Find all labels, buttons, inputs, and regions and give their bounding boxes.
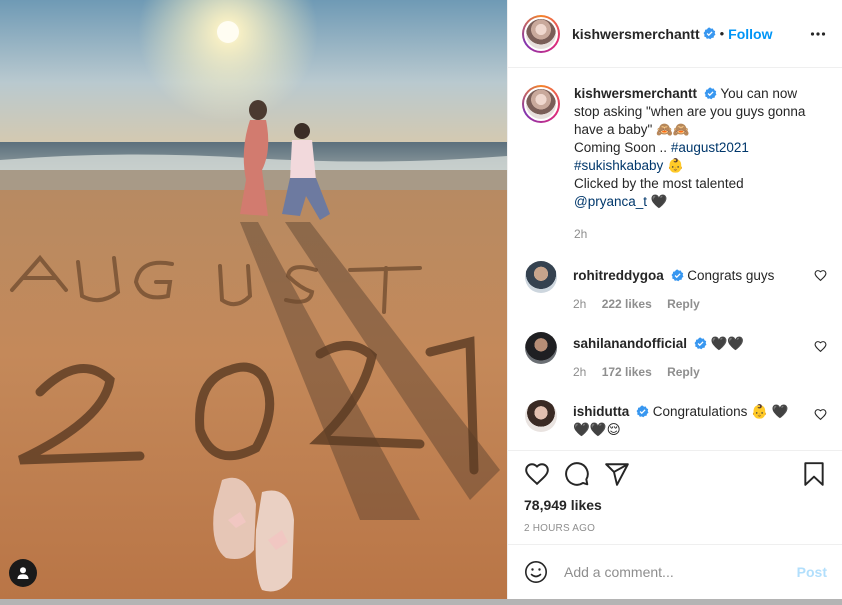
hashtag-sukishkababy[interactable]: #sukishkababy	[574, 158, 663, 173]
likes-count[interactable]: 78,949 likes	[524, 497, 827, 513]
comment-heart-icon[interactable]	[814, 269, 827, 282]
post-header: kishwersmerchantt • Follow	[508, 0, 842, 68]
beach-photo	[0, 0, 507, 599]
heart-icon[interactable]	[524, 461, 550, 487]
separator: •	[719, 26, 725, 41]
bottom-strip	[0, 599, 842, 605]
post-photo[interactable]	[0, 0, 507, 599]
caption-text: kishwersmerchantt You can now stop askin…	[574, 85, 819, 211]
comment-time: 2h	[573, 365, 587, 379]
emoji-icon[interactable]	[524, 560, 548, 584]
verified-icon	[704, 87, 717, 100]
share-icon[interactable]	[604, 461, 630, 487]
comment-text: 🖤🖤	[710, 336, 745, 351]
comment-body: rohitreddygoa Congrats guys	[573, 267, 798, 285]
comment-avatar[interactable]	[525, 332, 557, 364]
caption-avatar[interactable]	[522, 85, 560, 123]
author-avatar[interactable]	[522, 14, 560, 53]
post-actions: 78,949 likes 2 HOURS AGO	[508, 450, 842, 544]
author-handle[interactable]: kishwersmerchantt	[572, 26, 700, 42]
comment-meta: 2h 172 likes Reply	[573, 365, 798, 379]
verified-icon	[703, 27, 716, 40]
comment-input[interactable]	[564, 564, 797, 580]
comment-item: rohitreddygoa Congrats guys 2h 222 likes…	[522, 261, 827, 311]
verified-icon	[636, 405, 649, 418]
time-ago[interactable]: 2 HOURS AGO	[524, 523, 827, 534]
comment-likes[interactable]: 222 likes	[602, 297, 652, 311]
comment-item: ishidutta Congratulations 👶 🖤 🖤🖤😌	[522, 400, 827, 439]
comment-icon[interactable]	[564, 461, 590, 487]
comments-list[interactable]: kishwersmerchantt You can now stop askin…	[508, 69, 842, 450]
comment-user[interactable]: sahilanandofficial	[573, 336, 687, 351]
caption-line4: Clicked by the most talented	[574, 176, 744, 191]
more-icon[interactable]	[810, 26, 826, 42]
comment-heart-icon[interactable]	[814, 408, 827, 421]
caption-author[interactable]: kishwersmerchantt	[574, 86, 697, 101]
verified-icon	[694, 337, 707, 350]
comment-avatar[interactable]	[525, 400, 557, 432]
comment-likes[interactable]: 172 likes	[602, 365, 652, 379]
user-tag-icon	[17, 567, 29, 579]
caption-line2: Coming Soon ..	[574, 140, 671, 155]
comment-body: sahilanandofficial 🖤🖤	[573, 335, 798, 353]
caption-time: 2h	[574, 227, 588, 241]
caption-emoji: 👶	[663, 158, 684, 173]
comment-text: Congrats guys	[687, 268, 775, 283]
mention-pryanca[interactable]: @pryanca_t	[574, 194, 647, 209]
action-icons	[524, 451, 827, 497]
comment-user[interactable]: rohitreddygoa	[573, 268, 664, 283]
verified-icon	[671, 269, 683, 282]
post-side-panel: kishwersmerchantt • Follow kishwersmerch…	[507, 0, 842, 599]
comment-heart-icon[interactable]	[814, 340, 827, 353]
post-button[interactable]: Post	[797, 564, 827, 580]
comment-body: ishidutta Congratulations 👶 🖤 🖤🖤😌	[573, 403, 798, 439]
user-tag-button[interactable]	[9, 559, 37, 587]
caption: kishwersmerchantt You can now stop askin…	[522, 85, 827, 241]
comment-meta: 2h 222 likes Reply	[573, 297, 798, 311]
comment-avatar[interactable]	[525, 261, 557, 293]
reply-button[interactable]: Reply	[667, 365, 700, 379]
add-comment-bar: Post	[508, 544, 842, 599]
caption-heart: 🖤	[647, 194, 668, 209]
follow-button[interactable]: Follow	[728, 26, 772, 42]
comment-user[interactable]: ishidutta	[573, 404, 629, 419]
reply-button[interactable]: Reply	[667, 297, 700, 311]
comment-item: sahilanandofficial 🖤🖤 2h 172 likes Reply	[522, 332, 827, 379]
hashtag-august2021[interactable]: #august2021	[671, 140, 749, 155]
save-icon[interactable]	[801, 461, 827, 487]
comment-time: 2h	[573, 297, 587, 311]
